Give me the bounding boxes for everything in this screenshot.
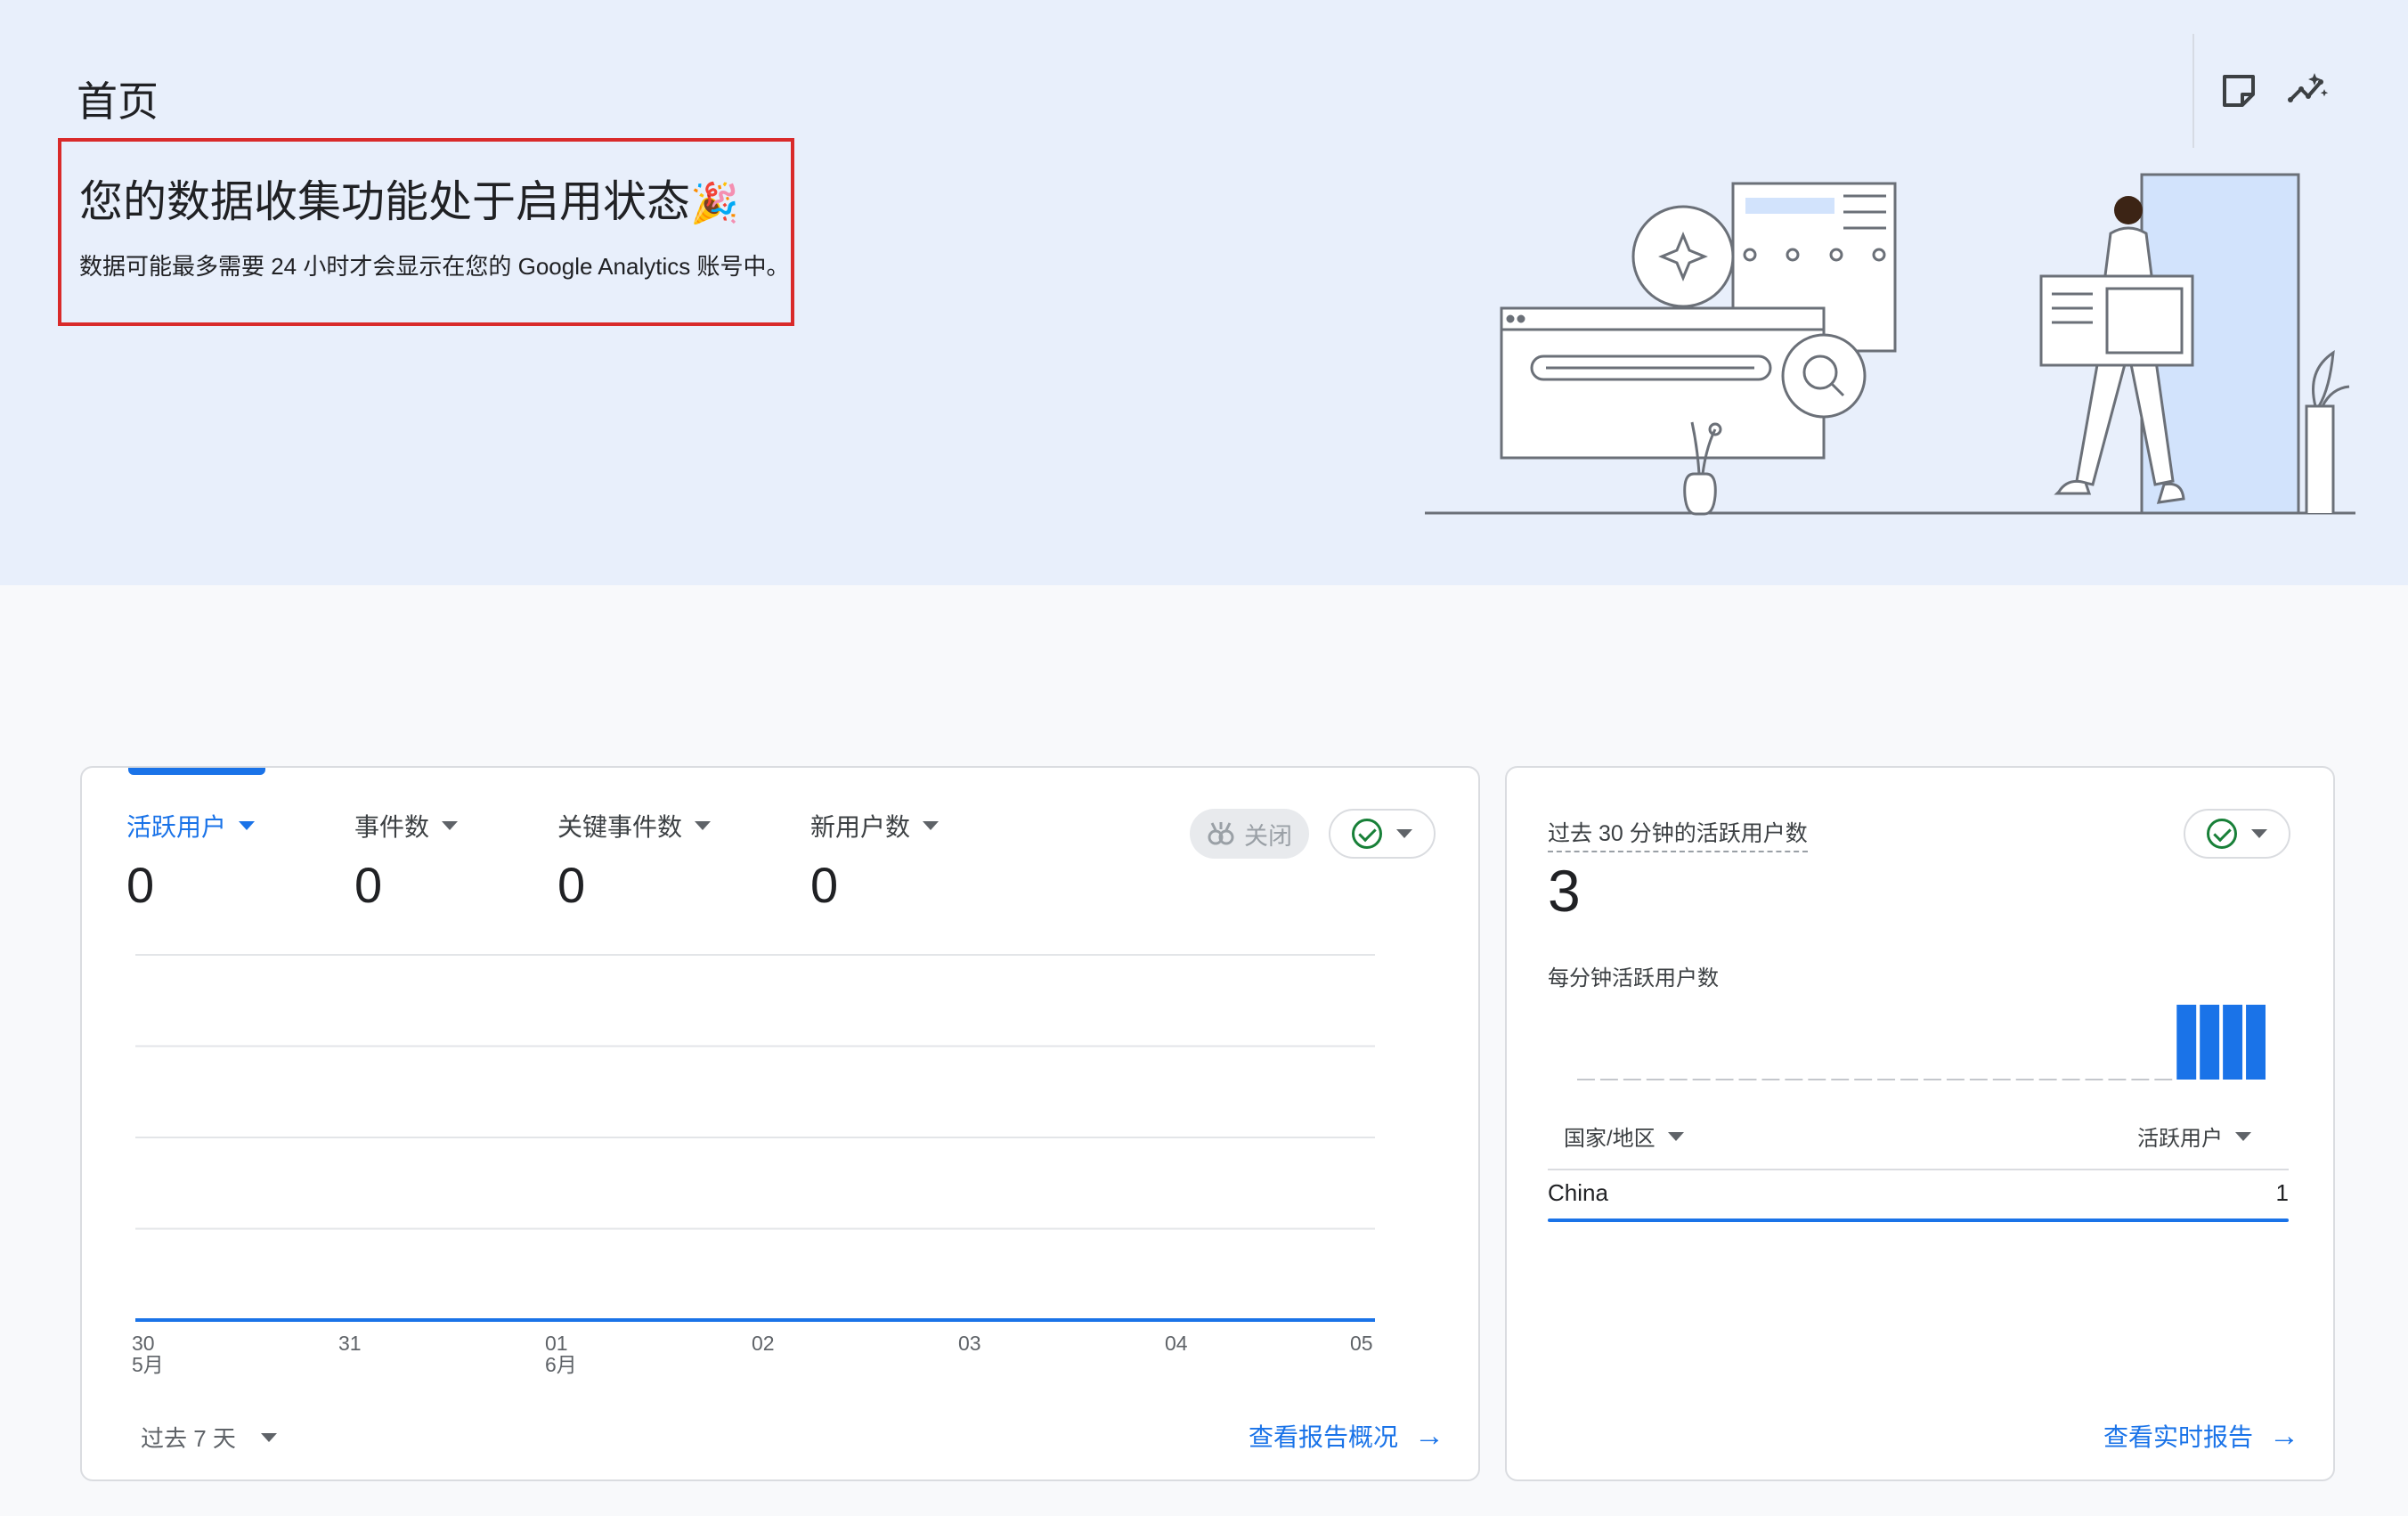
x-tick-label: 02: [752, 1332, 775, 1355]
x-tick-label: 04: [1165, 1332, 1188, 1355]
minute-bar: [2223, 1005, 2243, 1080]
arrow-right-icon: →: [2269, 1419, 2299, 1453]
x-tick-label: 03: [958, 1332, 981, 1355]
table-row-country: China: [1548, 1179, 1608, 1206]
party-popper-icon: 🎉: [690, 182, 739, 225]
overview-card: 活跃用户 0 事件数 0 关键事件数 0 新用户数 0 关闭 30 5月 31 01 6…: [80, 766, 1480, 1481]
x-tick-label: 01 6月: [545, 1332, 577, 1376]
status-heading: 您的数据收集功能处于启用状态🎉: [79, 178, 739, 226]
view-realtime-label: 查看实时报告: [2103, 1423, 2253, 1451]
active-users-column-header[interactable]: 活跃用户: [2137, 1121, 2251, 1152]
overview-line-chart: [135, 954, 1375, 1322]
caret-down-icon: [1667, 1131, 1684, 1141]
x-tick-label: 31: [338, 1332, 362, 1355]
table-divider: [1548, 1169, 2289, 1170]
x-tick-label: 05: [1350, 1332, 1373, 1355]
date-range-select[interactable]: 过去 7 天: [141, 1421, 277, 1454]
note-icon[interactable]: [2217, 69, 2260, 112]
country-column-header[interactable]: 国家/地区: [1564, 1121, 1684, 1152]
data-collection-status: 您的数据收集功能处于启用状态🎉 数据可能最多需要 24 小时才会显示在您的 Go…: [58, 138, 794, 326]
realtime-card: 过去 30 分钟的活跃用户数 3 每分钟活跃用户数 国家/地区 活跃用户 Chi…: [1505, 766, 2335, 1481]
table-row-value: 1: [2275, 1179, 2289, 1206]
caret-down-icon: [2235, 1131, 2251, 1141]
toolbar-divider: [2192, 34, 2194, 148]
view-realtime-link[interactable]: 查看实时报告 →: [2103, 1418, 2299, 1454]
table-row-bar: [1548, 1219, 2289, 1222]
date-range-label: 过去 7 天: [141, 1425, 236, 1452]
banner-illustration: [1425, 173, 2355, 516]
status-subtext: 数据可能最多需要 24 小时才会显示在您的 Google Analytics 账…: [79, 253, 790, 280]
x-tick-label: 30 5月: [132, 1332, 164, 1376]
view-overview-link[interactable]: 查看报告概况 →: [1249, 1418, 1444, 1454]
minute-bar: [2200, 1005, 2220, 1080]
welcome-banner: 首页 您的数据收集功能处于启用状态🎉 数据可能最多需要 24 小时才会显示在您的…: [0, 0, 2408, 585]
minute-bar: [2246, 1005, 2266, 1080]
insights-icon[interactable]: [2287, 69, 2330, 112]
view-overview-label: 查看报告概况: [1248, 1423, 1398, 1451]
minute-bar: [2176, 1005, 2197, 1080]
caret-down-icon: [260, 1432, 277, 1442]
page-title: 首页: [77, 78, 159, 125]
arrow-right-icon: →: [1414, 1419, 1444, 1453]
per-minute-bar-chart: [1577, 1005, 2266, 1080]
